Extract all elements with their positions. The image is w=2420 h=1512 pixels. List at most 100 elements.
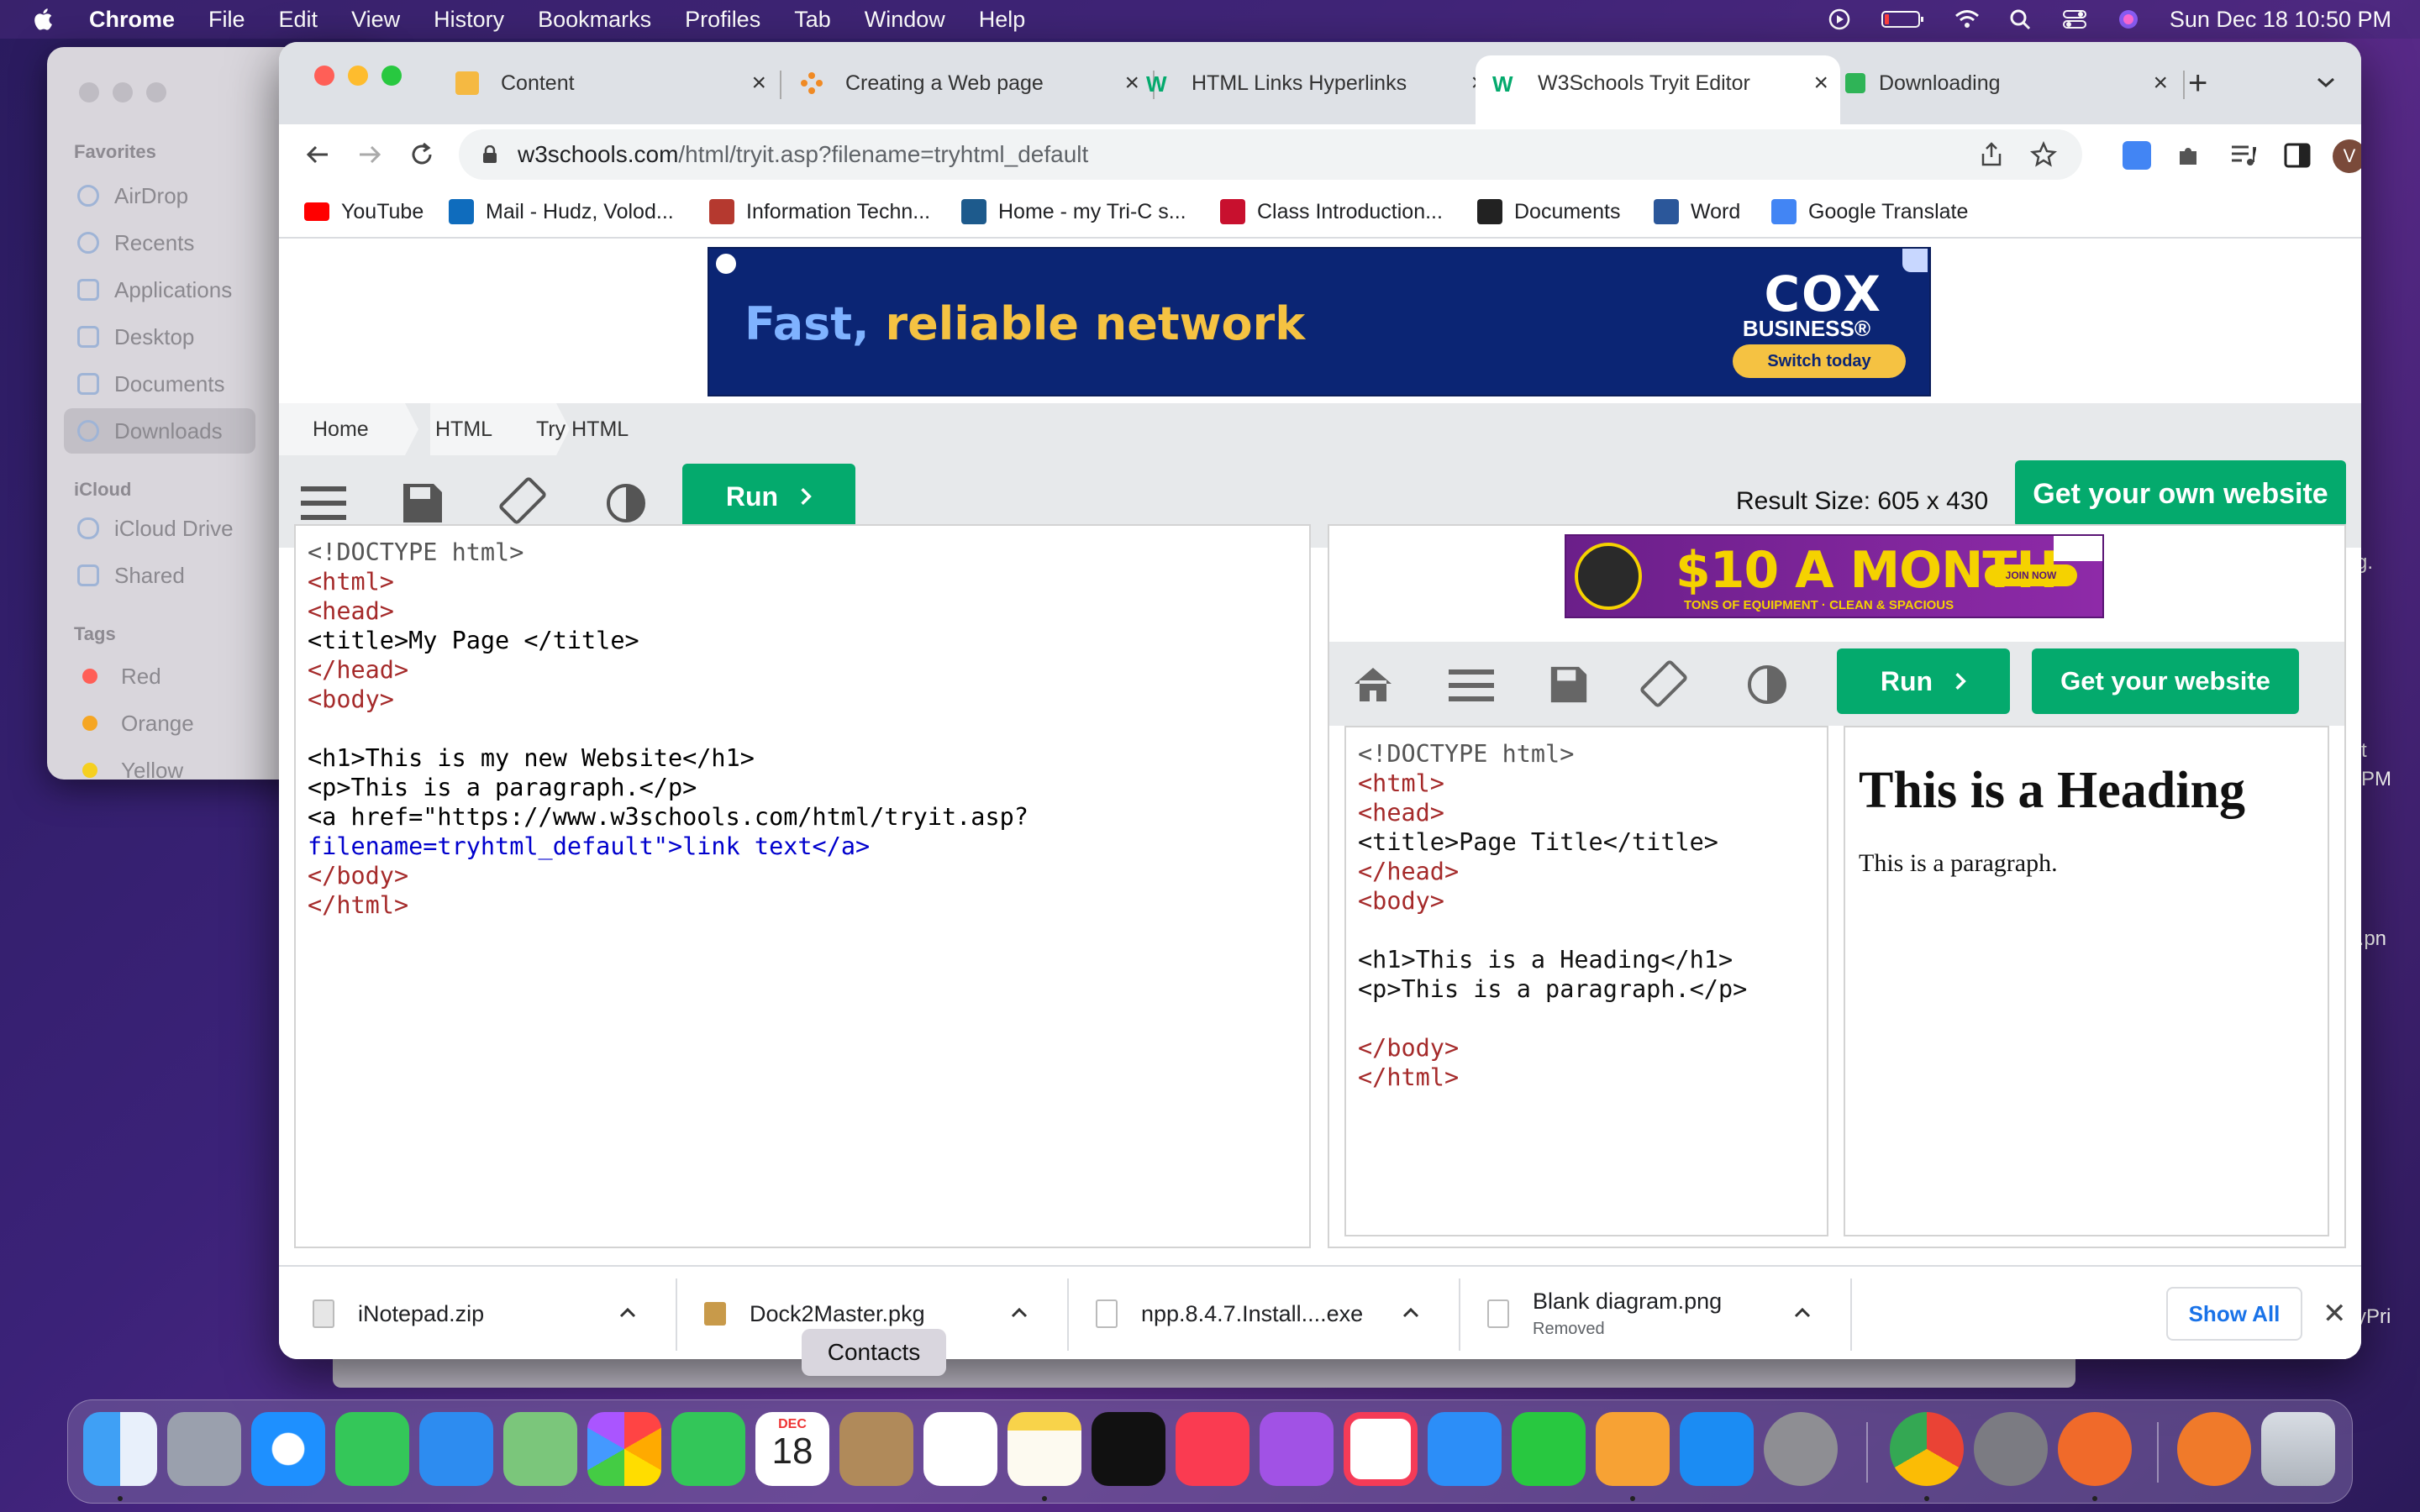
ad-close-icon[interactable] [1902, 249, 1928, 272]
bookmark-star-icon[interactable] [2030, 141, 2057, 168]
bookmark-class-introduction[interactable]: Class Introduction... [1220, 195, 1443, 228]
address-bar[interactable]: w3schools.com/html/tryit.asp?filename=tr… [459, 129, 2082, 180]
tab-close-icon[interactable]: × [1124, 69, 1139, 97]
media-controls-icon[interactable] [2230, 143, 2257, 168]
run-button[interactable]: Run [682, 464, 855, 529]
finder-close-button[interactable] [79, 82, 99, 102]
menu-profiles[interactable]: Profiles [685, 7, 760, 33]
download-item[interactable]: iNotepad.zip [279, 1267, 671, 1359]
bookmark-google-translate[interactable]: Google Translate [1771, 195, 1968, 228]
finder-item-recents[interactable]: Recents [64, 220, 255, 265]
ad-close-icon[interactable] [2054, 536, 2102, 561]
menu-tab[interactable]: Tab [794, 7, 831, 33]
apple-icon[interactable] [32, 7, 57, 32]
keynote-icon[interactable] [1428, 1412, 1502, 1486]
dark-mode-icon[interactable] [605, 482, 647, 524]
finder-tag-red[interactable]: Red [64, 654, 255, 699]
bookmark-documents[interactable]: Documents [1477, 195, 1620, 228]
facetime-icon[interactable] [671, 1412, 745, 1486]
reminders-icon[interactable] [923, 1412, 997, 1486]
code-editor[interactable]: <!DOCTYPE html> <html> <head> <title>My Pag… [294, 524, 1311, 1248]
pencil-app-icon[interactable] [2058, 1412, 2132, 1486]
finder-item-documents[interactable]: Documents [64, 361, 255, 407]
download-item[interactable]: npp.8.4.7.Install....exe [1062, 1267, 1454, 1359]
photos-icon[interactable] [587, 1412, 661, 1486]
battery-icon[interactable] [1881, 8, 1926, 30]
music-icon[interactable] [1176, 1412, 1249, 1486]
menu-hamburger-icon[interactable] [1447, 667, 1496, 704]
home-icon[interactable] [1351, 665, 1395, 704]
close-downloads-icon[interactable]: ✕ [2323, 1297, 2347, 1331]
chevron-up-icon[interactable] [1793, 1304, 1812, 1322]
breadcrumb-html[interactable]: HTML [435, 403, 492, 455]
ad-join-button[interactable]: JOIN NOW [1985, 564, 2077, 586]
get-own-website-button[interactable]: Get your own website [2015, 460, 2346, 528]
screenshot-app-icon[interactable] [1974, 1412, 2048, 1486]
google-translate-extension-icon[interactable] [2123, 141, 2151, 170]
tab-creating-web-page[interactable]: Creating a Web page × [800, 62, 1139, 104]
save-icon[interactable] [402, 482, 444, 524]
tab-html-links[interactable]: W HTML Links Hyperlinks × [1146, 62, 1486, 104]
breadcrumb-home[interactable]: Home [313, 403, 369, 455]
menu-view[interactable]: View [351, 7, 400, 33]
tab-downloading[interactable]: Downloading × [1828, 62, 2168, 104]
window-zoom-button[interactable] [381, 66, 402, 86]
finder-tag-orange[interactable]: Orange [64, 701, 255, 746]
tab-close-icon[interactable]: × [751, 69, 766, 97]
app-store-icon[interactable] [1680, 1412, 1754, 1486]
finder-minimize-button[interactable] [113, 82, 133, 102]
chevron-up-icon[interactable] [1402, 1304, 1420, 1322]
planet-fitness-ad[interactable]: $10 A MONTH TONS OF EQUIPMENT · CLEAN & … [1565, 534, 2104, 618]
save-icon[interactable] [1549, 665, 1588, 704]
menubar-clock[interactable]: Sun Dec 18 10:50 PM [2170, 7, 2391, 33]
finder-item-airdrop[interactable]: AirDrop [64, 173, 255, 218]
bookmark-mail[interactable]: Mail - Hudz, Volod... [449, 195, 674, 228]
finder-item-downloads[interactable]: Downloads [64, 408, 255, 454]
notes-icon[interactable] [1007, 1412, 1081, 1486]
bookmark-information-techn[interactable]: Information Techn... [709, 195, 930, 228]
ad-cta-button[interactable]: Switch today [1733, 344, 1906, 378]
rotate-layout-icon[interactable] [1640, 660, 1687, 707]
show-all-downloads-button[interactable]: Show All [2166, 1287, 2302, 1341]
share-icon[interactable] [1980, 142, 2003, 167]
inner-run-button[interactable]: Run [1837, 648, 2010, 714]
tab-close-icon[interactable]: × [1813, 69, 1828, 97]
menu-help[interactable]: Help [979, 7, 1026, 33]
maps-icon[interactable] [503, 1412, 577, 1486]
finder-icon[interactable] [83, 1412, 157, 1486]
bookmark-word[interactable]: Word [1654, 195, 1740, 228]
new-tab-button[interactable]: + [2188, 62, 2222, 104]
tab-content[interactable]: Content × [455, 62, 766, 104]
rotate-layout-icon[interactable] [499, 477, 546, 524]
downloads-stack-icon[interactable] [2177, 1412, 2251, 1486]
profile-avatar[interactable]: V [2333, 139, 2361, 173]
menu-edit[interactable]: Edit [279, 7, 318, 33]
back-arrow-icon[interactable] [304, 141, 331, 168]
safari-icon[interactable] [251, 1412, 325, 1486]
finder-item-shared[interactable]: Shared [64, 553, 255, 598]
launchpad-icon[interactable] [167, 1412, 241, 1486]
chrome-icon[interactable] [1890, 1412, 1964, 1486]
mail-icon[interactable] [419, 1412, 493, 1486]
apple-tv-icon[interactable] [1092, 1412, 1165, 1486]
menu-file[interactable]: File [208, 7, 245, 33]
siri-icon[interactable] [2116, 8, 2141, 30]
calendar-icon[interactable]: DEC 18 [755, 1412, 829, 1486]
get-your-website-button[interactable]: Get your website [2032, 648, 2299, 714]
trash-icon[interactable] [2261, 1412, 2335, 1486]
news-icon[interactable] [1344, 1412, 1418, 1486]
window-minimize-button[interactable] [348, 66, 368, 86]
tab-search-chevron-icon[interactable] [2316, 76, 2336, 89]
download-item[interactable]: Blank diagram.png Removed [1454, 1267, 1845, 1359]
numbers-icon[interactable] [1512, 1412, 1586, 1486]
finder-zoom-button[interactable] [146, 82, 166, 102]
menu-hamburger-icon[interactable] [299, 482, 348, 524]
wifi-icon[interactable] [1954, 8, 1980, 30]
finder-item-desktop[interactable]: Desktop [64, 314, 255, 360]
dark-mode-icon[interactable] [1746, 664, 1788, 706]
chevron-up-icon[interactable] [1010, 1304, 1028, 1322]
screen-record-icon[interactable] [1827, 8, 1852, 30]
menu-history[interactable]: History [434, 7, 504, 33]
finder-item-applications[interactable]: Applications [64, 267, 255, 312]
finder-item-icloud-drive[interactable]: iCloud Drive [64, 506, 255, 551]
